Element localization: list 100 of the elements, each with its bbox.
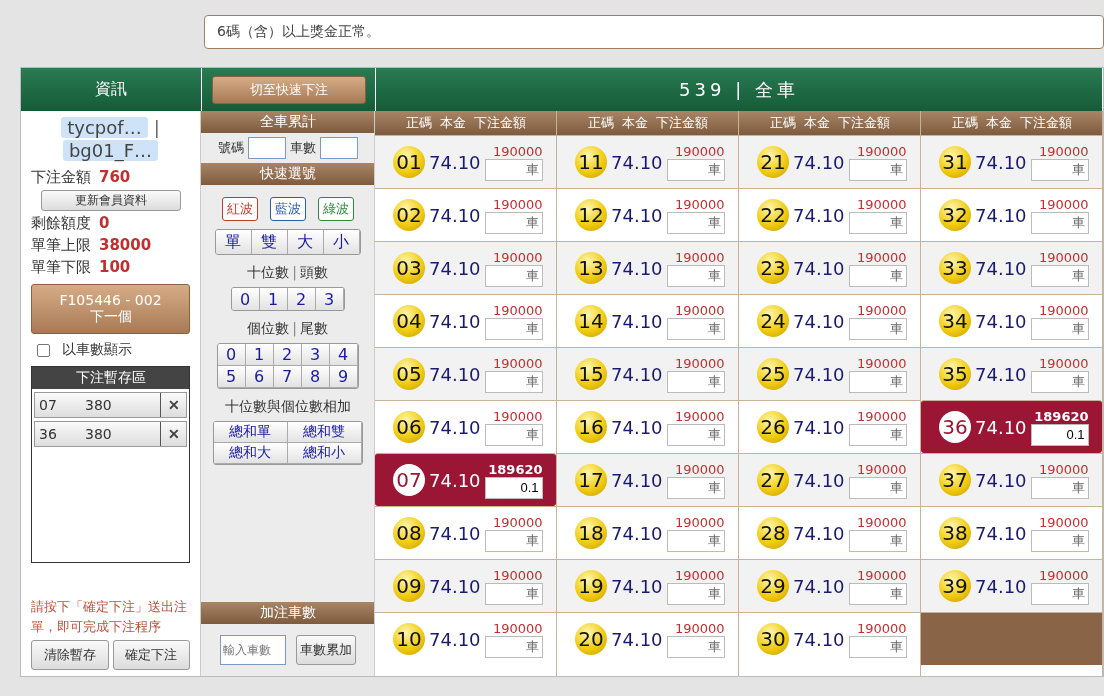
parity-button[interactable]: 雙	[251, 230, 288, 254]
sum-button[interactable]: 總和單	[213, 422, 288, 443]
number-ball: 32	[939, 199, 971, 231]
remove-button[interactable]: ✕	[160, 422, 186, 446]
limit-text: 190000	[674, 302, 725, 318]
digit-button[interactable]: 3	[315, 288, 344, 310]
parity-button[interactable]: 小	[323, 230, 360, 254]
column-label: 本金	[621, 114, 648, 132]
amount-input[interactable]: 車	[666, 476, 725, 499]
amount-input[interactable]: 車	[1030, 582, 1089, 605]
amount-input[interactable]: 車	[484, 370, 543, 393]
remove-button[interactable]: ✕	[160, 393, 186, 417]
odds-text: 74.10	[611, 522, 663, 544]
amount-input[interactable]: 車	[666, 423, 725, 446]
sum-button[interactable]: 總和雙	[287, 422, 362, 443]
amount-input[interactable]: 0.1	[484, 476, 543, 499]
amount-input[interactable]: 車	[666, 158, 725, 181]
amount-input[interactable]: 車	[666, 264, 725, 287]
number-ball: 16	[575, 411, 607, 443]
number-ball: 09	[393, 570, 425, 602]
digit-button[interactable]: 0	[231, 288, 260, 310]
amount-input[interactable]: 車	[484, 317, 543, 340]
group-label: 十位數與個位數相加	[224, 398, 351, 416]
amount-input[interactable]: 車	[666, 582, 725, 605]
add-count-button[interactable]: 車數累加	[295, 635, 356, 665]
separator-text: |	[292, 320, 297, 338]
amount-input[interactable]: 車	[666, 211, 725, 234]
amount-input[interactable]: 車	[1030, 158, 1089, 181]
digit-button[interactable]: 3	[301, 344, 330, 366]
action-button[interactable]: 確定下注	[112, 640, 190, 670]
amount-input[interactable]: 車	[1030, 317, 1089, 340]
refresh-button[interactable]: 更新會員資料	[40, 190, 181, 211]
odds-text: 74.10	[793, 204, 845, 226]
count-input[interactable]: 輸入車數	[219, 635, 286, 665]
amount-input[interactable]: 車	[1030, 211, 1089, 234]
amount-input[interactable]: 車	[484, 582, 543, 605]
amount-input[interactable]: 車	[484, 264, 543, 287]
amount-input[interactable]: 車	[848, 370, 907, 393]
amount-input[interactable]: 車	[666, 529, 725, 552]
parity-button[interactable]: 單	[215, 230, 252, 254]
amount-input[interactable]: 車	[1030, 476, 1089, 499]
number-ball: 14	[575, 305, 607, 337]
field-label: 號碼	[217, 139, 244, 157]
amount-input[interactable]: 0.1	[1030, 423, 1089, 446]
digit-button[interactable]: 2	[273, 344, 302, 366]
input-field[interactable]	[247, 137, 286, 159]
username-text: tycpof…	[61, 117, 148, 138]
amount-input[interactable]: 車	[1030, 529, 1089, 552]
action-button[interactable]: 清除暫存	[31, 640, 109, 670]
stat-value: 0	[99, 214, 110, 233]
wave-button[interactable]: 綠波	[317, 197, 354, 221]
digit-button[interactable]: 0	[217, 344, 246, 366]
wave-button[interactable]: 藍波	[269, 197, 306, 221]
amount-input[interactable]: 車	[484, 423, 543, 446]
amount-input[interactable]: 車	[848, 635, 907, 658]
sum-button[interactable]: 總和小	[287, 443, 362, 464]
number-ball: 08	[393, 517, 425, 549]
odds-text: 74.10	[429, 416, 481, 438]
digit-button[interactable]: 1	[259, 288, 288, 310]
amount-input[interactable]: 車	[1030, 370, 1089, 393]
digit-button[interactable]: 5	[217, 366, 246, 388]
digit-button[interactable]: 7	[273, 366, 302, 388]
input-field[interactable]	[319, 137, 358, 159]
digit-button[interactable]: 9	[329, 366, 358, 388]
number-ball: 20	[575, 623, 607, 655]
amount-input[interactable]: 車	[848, 211, 907, 234]
amount-input[interactable]: 車	[848, 582, 907, 605]
digit-button[interactable]: 8	[301, 366, 330, 388]
odds-text: 74.10	[975, 575, 1027, 597]
number-ball: 03	[393, 252, 425, 284]
number-ball: 15	[575, 358, 607, 390]
checkbox[interactable]	[37, 343, 50, 357]
digit-button[interactable]: 4	[329, 344, 358, 366]
amount-input[interactable]: 車	[666, 635, 725, 658]
digit-button[interactable]: 6	[245, 366, 274, 388]
wave-button[interactable]: 紅波	[221, 197, 258, 221]
number-ball: 37	[939, 464, 971, 496]
odds-text: 74.10	[793, 522, 845, 544]
limit-text: 190000	[1038, 567, 1089, 583]
amount-input[interactable]: 車	[1030, 264, 1089, 287]
amount-input[interactable]: 車	[848, 476, 907, 499]
digit-button[interactable]: 1	[245, 344, 274, 366]
odds-text: 74.10	[975, 204, 1027, 226]
number-ball: 13	[575, 252, 607, 284]
amount-input[interactable]: 車	[484, 211, 543, 234]
amount-input[interactable]: 車	[484, 635, 543, 658]
amount-input[interactable]: 車	[666, 370, 725, 393]
amount-input[interactable]: 車	[848, 264, 907, 287]
amount-input[interactable]: 車	[848, 423, 907, 446]
parity-button[interactable]: 大	[287, 230, 324, 254]
digit-button[interactable]: 2	[287, 288, 316, 310]
number-ball: 02	[393, 199, 425, 231]
amount-input[interactable]: 車	[848, 158, 907, 181]
amount-input[interactable]: 車	[666, 317, 725, 340]
amount-input[interactable]: 車	[484, 529, 543, 552]
sum-button[interactable]: 總和大	[213, 443, 288, 464]
amount-input[interactable]: 車	[484, 158, 543, 181]
amount-input[interactable]: 車	[848, 529, 907, 552]
amount-input[interactable]: 車	[848, 317, 907, 340]
odds-text: 74.10	[429, 628, 481, 650]
